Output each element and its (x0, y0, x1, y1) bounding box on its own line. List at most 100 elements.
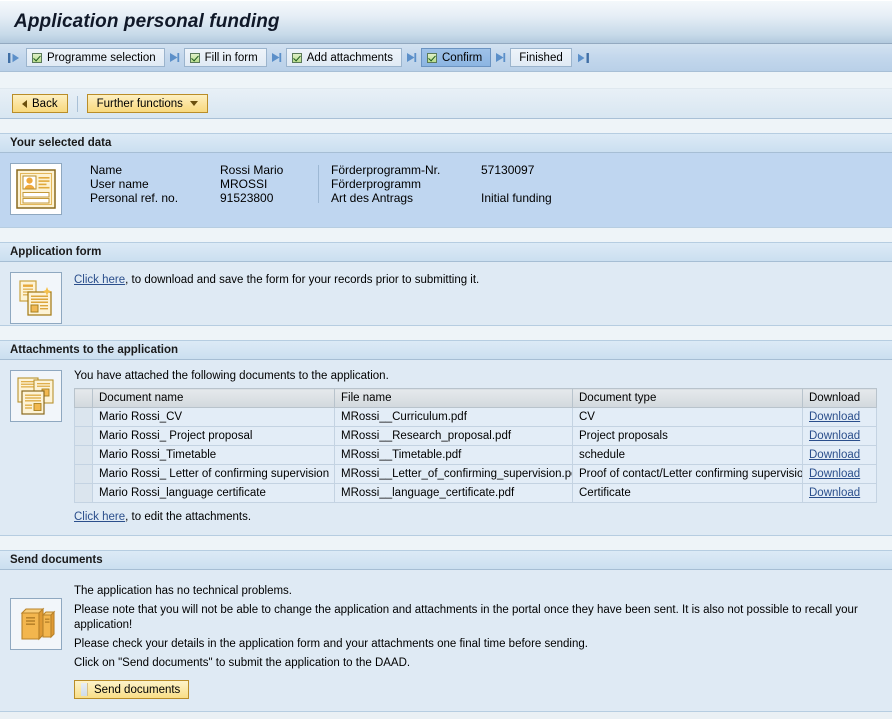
attachments-intro-text: You have attached the following document… (74, 370, 389, 382)
field-label: Name (90, 163, 123, 177)
action-toolbar: Back Further functions (0, 89, 892, 119)
field-row-foerderprogramm: Förderprogramm (331, 177, 552, 191)
roadmap-spacer-band (0, 72, 892, 89)
check-icon (189, 52, 200, 63)
roadmap-step-add-attachments[interactable]: Add attachments (285, 48, 402, 67)
section-title: Attachments to the application (10, 344, 179, 356)
selected-data-right-column: Förderprogramm-Nr. 57130097 Förderprogra… (331, 163, 552, 205)
edit-attachments-link[interactable]: Click here (74, 511, 125, 523)
cell-file-name: MRossi__Timetable.pdf (334, 445, 573, 465)
cell-document-type: Project proposals (572, 426, 803, 446)
send-line-4: Click on "Send documents" to submit the … (74, 657, 411, 669)
field-row-name: Name Rossi Mario (90, 163, 318, 177)
roadmap-step-confirm[interactable]: Confirm (421, 48, 492, 67)
send-line-1: The application has no technical problem… (74, 585, 292, 597)
section-attachments: Attachments to the application You have … (0, 340, 892, 536)
column-header-document-name[interactable]: Document name (92, 388, 335, 408)
chevron-down-icon (189, 101, 198, 106)
cell-document-name: Mario Rossi_Timetable (92, 445, 335, 465)
button-left-cap (81, 683, 88, 696)
section-send-documents: Send documents The application has no te… (0, 550, 892, 712)
cell-file-name: MRossi__Curriculum.pdf (334, 407, 573, 427)
chevron-right-icon (494, 52, 507, 63)
table-row[interactable]: Mario Rossi_ Project proposal MRossi__Re… (74, 426, 877, 446)
cell-document-type: schedule (572, 445, 803, 465)
window-title-bar: Application personal funding (0, 0, 892, 44)
application-form-text: Click here, to download and save the for… (74, 272, 479, 286)
section-spacer-1 (0, 228, 892, 242)
field-label: Förderprogramm (331, 177, 422, 191)
check-icon (291, 52, 302, 63)
further-functions-label: Further functions (96, 97, 183, 110)
section-title: Application form (10, 246, 102, 258)
toolbar-spacer (0, 119, 892, 133)
send-documents-button-label: Send documents (94, 683, 181, 696)
section-title: Send documents (10, 554, 103, 566)
cell-document-name: Mario Rossi_language certificate (92, 483, 335, 503)
cell-download: Download (802, 483, 877, 503)
column-header-document-type[interactable]: Document type (572, 388, 803, 408)
application-form-text-rest: , to download and save the form for your… (125, 274, 480, 286)
field-value: MROSSI (220, 177, 268, 191)
roadmap-step-fill-in-form[interactable]: Fill in form (183, 48, 267, 67)
field-row-foerderprogramm-nr: Förderprogramm-Nr. 57130097 (331, 163, 552, 177)
download-link[interactable]: Download (809, 487, 860, 499)
table-row[interactable]: Mario Rossi_CV MRossi__Curriculum.pdf CV… (74, 407, 877, 427)
roadmap-step-label: Programme selection (47, 51, 156, 64)
roadmap-step-finished[interactable]: Finished (510, 48, 572, 67)
section-body-attachments: You have attached the following document… (0, 360, 892, 536)
cell-document-name: Mario Rossi_ Project proposal (92, 426, 335, 446)
table-row[interactable]: Mario Rossi_Timetable MRossi__Timetable.… (74, 445, 877, 465)
chevron-right-icon (270, 52, 283, 63)
chevron-right-icon (168, 52, 181, 63)
table-header-row: Document name File name Document type Do… (74, 388, 877, 408)
section-your-selected-data: Your selected data Name Rossi Mario User… (0, 133, 892, 228)
send-documents-text: The application has no technical problem… (74, 584, 882, 699)
send-line-3: Please check your details in the applica… (74, 638, 588, 650)
row-select-cell[interactable] (74, 426, 93, 446)
field-value: Initial funding (481, 191, 552, 205)
check-icon (427, 52, 437, 63)
download-link[interactable]: Download (809, 411, 860, 423)
roadmap-step-programme-selection[interactable]: Programme selection (26, 48, 165, 67)
cell-document-type: Proof of contact/Letter confirming super… (572, 464, 803, 484)
roadmap-step-label: Confirm (442, 51, 483, 64)
further-functions-button[interactable]: Further functions (86, 94, 208, 113)
row-select-cell[interactable] (74, 464, 93, 484)
id-card-icon (10, 163, 62, 215)
table-row[interactable]: Mario Rossi_language certificate MRossi_… (74, 483, 877, 503)
cell-download: Download (802, 407, 877, 427)
row-select-cell[interactable] (74, 445, 93, 465)
field-row-user-name: User name MROSSI (90, 177, 318, 191)
cell-document-type: Certificate (572, 483, 803, 503)
download-link[interactable]: Download (809, 430, 860, 442)
column-header-file-name[interactable]: File name (334, 388, 573, 408)
cell-download: Download (802, 464, 877, 484)
cell-file-name: MRossi__language_certificate.pdf (334, 483, 573, 503)
section-header-application-form: Application form (0, 242, 892, 262)
download-form-link[interactable]: Click here (74, 274, 125, 286)
back-button[interactable]: Back (12, 94, 68, 113)
field-value: 91523800 (220, 191, 274, 205)
row-select-cell[interactable] (74, 483, 93, 503)
column-header-download[interactable]: Download (802, 388, 877, 408)
selected-data-left-column: Name Rossi Mario User name MROSSI Person… (78, 163, 318, 205)
download-link[interactable]: Download (809, 449, 860, 461)
roadmap-start-icon (6, 52, 23, 64)
section-body-send-documents: The application has no technical problem… (0, 570, 892, 712)
row-select-cell[interactable] (74, 407, 93, 427)
cell-file-name: MRossi__Letter_of_confirming_supervision… (334, 464, 573, 484)
toolbar-separator (76, 95, 78, 112)
field-label: User name (90, 177, 149, 191)
field-label: Art des Antrags (331, 191, 414, 205)
documents-stack-icon (10, 370, 62, 422)
download-link[interactable]: Download (809, 468, 860, 480)
cell-download: Download (802, 445, 877, 465)
section-spacer-3 (0, 536, 892, 550)
table-select-column-header[interactable] (74, 388, 93, 408)
section-header-attachments: Attachments to the application (0, 340, 892, 360)
table-row[interactable]: Mario Rossi_ Letter of confirming superv… (74, 464, 877, 484)
roadmap-end-icon (575, 52, 592, 64)
server-cabinets-icon (10, 598, 62, 650)
send-documents-button[interactable]: Send documents (74, 680, 190, 699)
